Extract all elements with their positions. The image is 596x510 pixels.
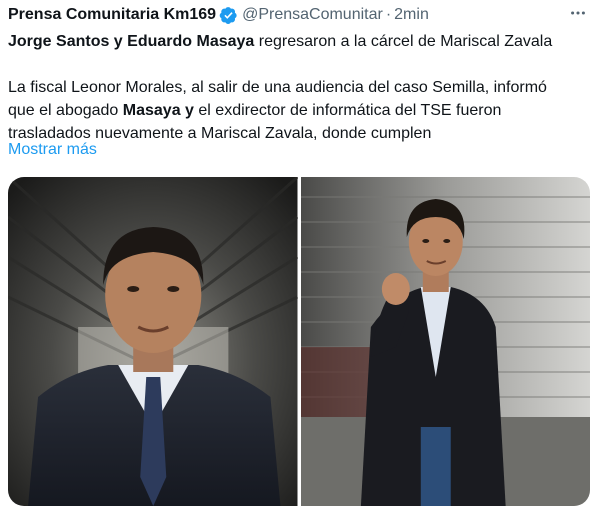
headline-rest: regresaron a la cárcel de Mariscal Zaval… (254, 33, 553, 50)
body-text: que el abogado (8, 102, 123, 119)
tweet-header: Prensa Comunitaria Km169 @PrensaComunita… (8, 4, 590, 26)
tweet-body: La fiscal Leonor Morales, al salir de un… (8, 76, 547, 145)
photo-left[interactable] (8, 177, 298, 506)
more-horizontal-icon[interactable] (568, 3, 588, 23)
separator-dot: · (385, 6, 392, 23)
photo-right[interactable] (300, 177, 590, 506)
media-grid (8, 177, 590, 506)
verified-badge-icon (219, 6, 238, 25)
show-more-link[interactable]: Mostrar más (8, 141, 97, 159)
author-handle[interactable]: @PrensaComunitar (242, 6, 383, 24)
author-name[interactable]: Prensa Comunitaria Km169 (8, 6, 216, 24)
body-text: el exdirector de informática del TSE fue… (193, 102, 502, 119)
tweet-headline: Jorge Santos y Eduardo Masaya regresaron… (8, 30, 552, 53)
headline-bold: Jorge Santos y Eduardo Masaya (8, 33, 255, 50)
body-bold-text: Masaya y (122, 102, 194, 119)
body-line: La fiscal Leonor Morales, al salir de un… (8, 79, 547, 96)
timestamp[interactable]: 2min (394, 6, 429, 24)
body-line: que el abogado Masaya y el exdirector de… (8, 99, 547, 122)
